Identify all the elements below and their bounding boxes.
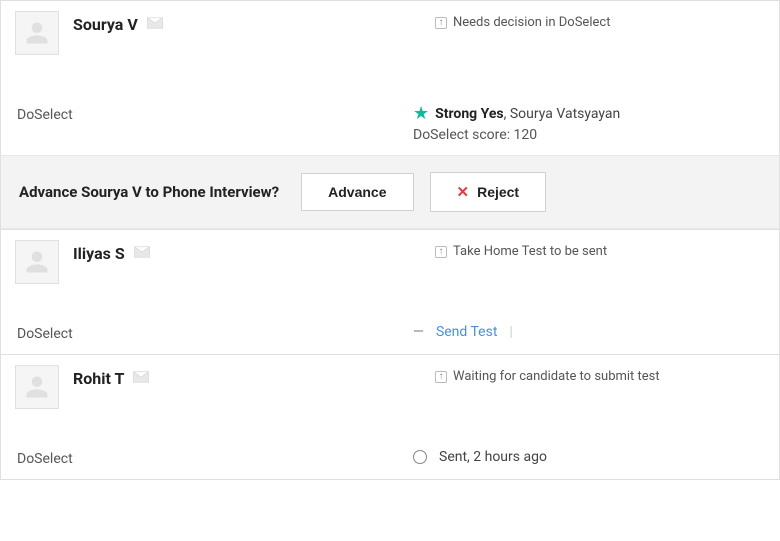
sent-status-text: Sent, 2 hours ago: [439, 449, 547, 465]
arrow-up-icon: ↑: [435, 17, 447, 29]
send-test-link[interactable]: Send Test: [436, 324, 497, 340]
stage-result: Sent, 2 hours ago: [413, 449, 765, 465]
mail-icon: [133, 245, 151, 263]
candidate-status: Take Home Test to be sent: [453, 244, 607, 259]
candidate-status: Needs decision in DoSelect: [453, 15, 610, 30]
action-prompt: Advance Sourya V to Phone Interview?: [19, 183, 285, 201]
candidate-card: Rohit T ↑ Waiting for candidate to submi…: [1, 354, 779, 479]
person-icon: [23, 19, 51, 47]
candidate-status: Waiting for candidate to submit test: [453, 369, 660, 384]
verdict-text: Strong Yes: [435, 106, 503, 122]
stage-result: — Send Test |: [413, 324, 765, 340]
advance-action-bar: Advance Sourya V to Phone Interview? Adv…: [1, 155, 779, 229]
advance-button-label: Advance: [328, 184, 386, 200]
avatar: [15, 240, 59, 284]
mail-icon: [146, 16, 164, 34]
score-text: DoSelect score: 120: [413, 123, 765, 143]
star-icon: ★: [413, 105, 429, 123]
candidate-name[interactable]: Iliyas S: [73, 244, 125, 263]
candidate-header: Iliyas S ↑ Take Home Test to be sent: [15, 240, 765, 284]
candidate-list: Sourya V ↑ Needs decision in DoSelect Do…: [0, 0, 780, 480]
candidate-name[interactable]: Sourya V: [73, 15, 138, 34]
avatar: [15, 365, 59, 409]
candidate-header: Rohit T ↑ Waiting for candidate to submi…: [15, 365, 765, 409]
candidate-card: Sourya V ↑ Needs decision in DoSelect Do…: [1, 1, 779, 155]
candidate-card: Iliyas S ↑ Take Home Test to be sent DoS…: [1, 229, 779, 354]
reject-button-label: Reject: [477, 184, 519, 200]
arrow-up-icon: ↑: [435, 371, 447, 383]
close-icon: ✕: [457, 183, 470, 201]
dash-icon: —: [413, 324, 424, 340]
candidate-name[interactable]: Rohit T: [73, 369, 124, 388]
avatar: [15, 11, 59, 55]
circle-empty-icon: [413, 450, 427, 464]
candidate-header: Sourya V ↑ Needs decision in DoSelect: [15, 11, 765, 55]
person-icon: [23, 248, 51, 276]
arrow-up-icon: ↑: [435, 246, 447, 258]
stage-label: DoSelect: [17, 449, 413, 467]
person-icon: [23, 373, 51, 401]
verdict-author: Sourya Vatsyayan: [510, 106, 620, 122]
stage-result: ★ Strong Yes, Sourya Vatsyayan DoSelect …: [413, 105, 765, 143]
separator-pipe: |: [509, 324, 512, 340]
advance-button[interactable]: Advance: [301, 173, 413, 211]
mail-icon: [132, 370, 150, 388]
stage-label: DoSelect: [17, 105, 413, 123]
reject-button[interactable]: ✕ Reject: [430, 172, 547, 212]
stage-label: DoSelect: [17, 324, 413, 342]
